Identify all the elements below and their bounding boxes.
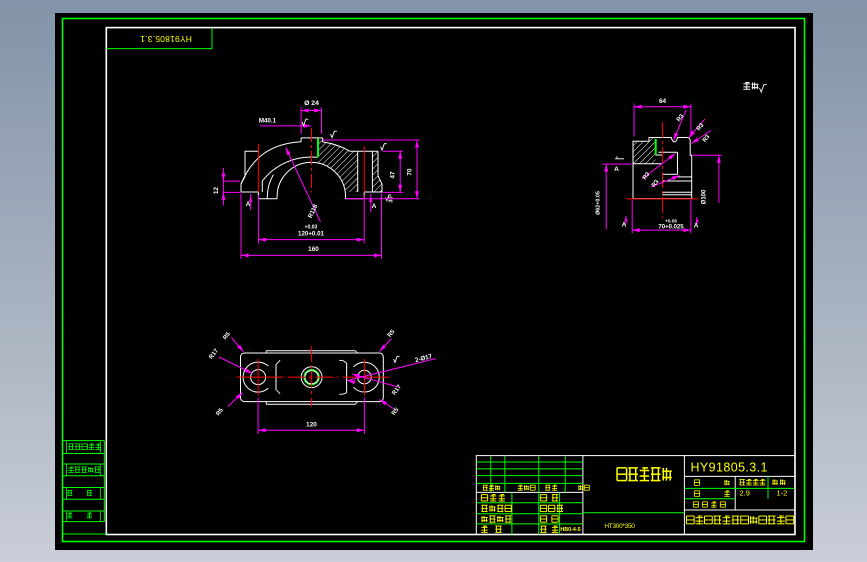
- svg-text:120+0.01: 120+0.01: [298, 230, 325, 237]
- svg-text:70+0.025: 70+0.025: [658, 224, 684, 230]
- svg-text:1-2: 1-2: [777, 488, 788, 497]
- svg-text:HY91805.3.1: HY91805.3.1: [140, 34, 192, 44]
- svg-text:M40.1: M40.1: [259, 118, 277, 125]
- svg-text:30: 30: [389, 196, 395, 202]
- svg-text:A: A: [694, 223, 699, 230]
- svg-text:160: 160: [308, 246, 319, 253]
- svg-text:A: A: [614, 166, 619, 173]
- svg-text:120: 120: [306, 422, 317, 429]
- svg-text:A: A: [372, 203, 377, 210]
- svg-text:A: A: [246, 201, 251, 208]
- svg-text:A: A: [622, 222, 627, 229]
- svg-text:2.9: 2.9: [740, 488, 750, 497]
- svg-text:HY91805.3.1: HY91805.3.1: [691, 460, 768, 474]
- svg-text:70: 70: [407, 168, 414, 176]
- svg-text:HB0-4-5: HB0-4-5: [560, 527, 580, 533]
- svg-text:Ø 24: Ø 24: [304, 100, 319, 107]
- svg-text:47: 47: [390, 171, 397, 179]
- svg-text:Ø100: Ø100: [702, 189, 708, 204]
- svg-text:12: 12: [213, 187, 220, 195]
- svg-text:+0.05: +0.05: [665, 218, 677, 224]
- svg-text:64: 64: [659, 98, 667, 105]
- svg-text:Ø62+0.05: Ø62+0.05: [596, 191, 602, 215]
- svg-text:HT300*350: HT300*350: [604, 523, 635, 530]
